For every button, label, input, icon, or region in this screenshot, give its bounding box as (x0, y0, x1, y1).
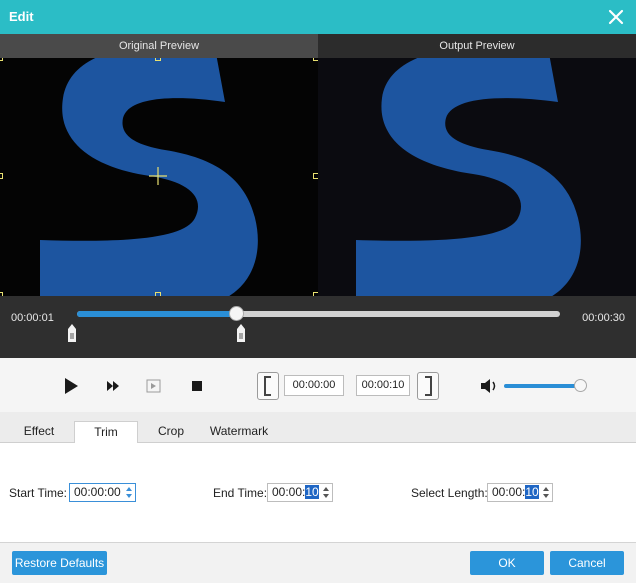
volume-icon[interactable] (478, 375, 500, 397)
set-end-bracket-button[interactable] (417, 372, 439, 400)
crop-handle-left[interactable] (0, 173, 3, 179)
end-time-label: End Time: (213, 486, 268, 500)
volume-slider[interactable] (504, 379, 587, 392)
crosshair-icon (149, 167, 167, 185)
spinner-arrows-icon[interactable] (542, 486, 550, 499)
window-title: Edit (9, 9, 34, 24)
start-time-field[interactable]: 00:00:00 (69, 483, 136, 502)
tab-effect[interactable]: Effect (12, 421, 66, 444)
timeline-bar: 00:00:01 00:00:30 (0, 296, 636, 358)
end-time-field[interactable]: 00:00:10 (267, 483, 333, 502)
crop-handle-top-left[interactable] (0, 58, 3, 61)
close-icon[interactable] (606, 7, 626, 27)
original-preview-label: Original Preview (0, 34, 318, 58)
logo-s-image (356, 58, 581, 296)
play-icon[interactable] (60, 375, 82, 397)
output-preview-label: Output Preview (318, 34, 636, 58)
dialog-footer: Restore Defaults OK Cancel (0, 543, 636, 583)
cancel-button[interactable]: Cancel (550, 551, 624, 575)
select-length-value-selected: 10 (525, 485, 539, 499)
preview-header: Original Preview Output Preview (0, 34, 636, 58)
set-start-bracket-button[interactable] (257, 372, 279, 400)
trim-end-marker[interactable] (237, 324, 245, 342)
right-bracket-icon (425, 376, 432, 396)
trim-start-marker[interactable] (68, 324, 76, 342)
end-time-value-selected: 10 (305, 485, 319, 499)
left-bracket-icon (264, 376, 271, 396)
seek-knob[interactable] (229, 306, 245, 321)
volume-knob[interactable] (574, 379, 587, 392)
ok-button[interactable]: OK (470, 551, 544, 575)
start-time-label: Start Time: (9, 486, 68, 500)
spinner-arrows-icon[interactable] (125, 486, 133, 499)
select-length-label: Select Length: (411, 486, 488, 500)
output-preview-pane (318, 58, 636, 296)
original-preview-pane[interactable] (0, 58, 318, 296)
restore-defaults-button[interactable]: Restore Defaults (12, 551, 107, 575)
start-time-value: 00:00:00 (74, 485, 121, 499)
select-length-value-prefix: 00:00: (492, 485, 526, 499)
trim-panel: Start Time: 00:00:00 End Time: 00:00:10 … (0, 443, 636, 543)
tab-crop[interactable]: Crop (146, 421, 196, 444)
stop-icon[interactable] (186, 375, 208, 397)
playback-controls: 00:00:00 00:00:10 (0, 358, 636, 412)
total-time: 00:00:30 (582, 312, 625, 324)
tab-bar: Effect Trim Crop Watermark (0, 412, 636, 444)
end-time-value-prefix: 00:00: (272, 485, 306, 499)
current-time: 00:00:01 (11, 312, 54, 324)
spinner-arrows-icon[interactable] (322, 486, 330, 499)
title-bar: Edit (0, 0, 636, 34)
tab-watermark[interactable]: Watermark (204, 421, 274, 444)
trim-end-time-box[interactable]: 00:00:10 (356, 375, 410, 396)
tab-trim[interactable]: Trim (74, 421, 138, 444)
seek-progress (77, 311, 237, 317)
seek-track[interactable] (77, 306, 560, 321)
crop-handle-top[interactable] (155, 58, 161, 61)
fast-forward-icon[interactable] (102, 375, 124, 397)
trim-start-time-box[interactable]: 00:00:00 (284, 375, 344, 396)
preview-area (0, 58, 636, 296)
next-frame-icon[interactable] (143, 375, 165, 397)
select-length-field[interactable]: 00:00:10 (487, 483, 553, 502)
